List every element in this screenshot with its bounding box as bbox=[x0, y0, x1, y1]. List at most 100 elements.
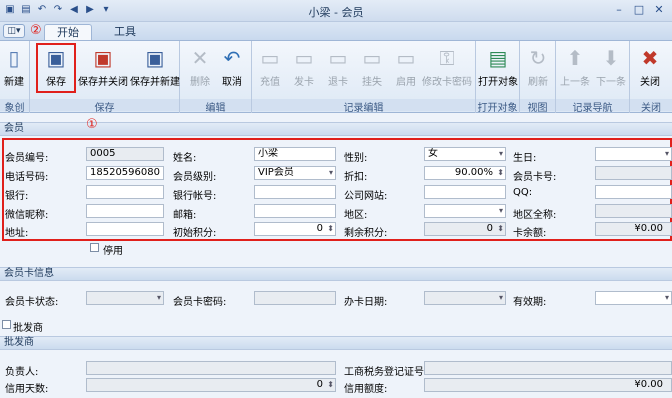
wholesaler-checkbox-label: 批发商 bbox=[13, 323, 43, 334]
wholesaler-checkbox[interactable] bbox=[2, 320, 11, 329]
delete-button[interactable]: ✕ 删除 bbox=[188, 45, 212, 88]
minimize-icon[interactable]: – bbox=[610, 2, 628, 18]
gender-select[interactable]: 女 bbox=[424, 147, 506, 161]
initial-points-field[interactable]: 0 bbox=[254, 222, 336, 236]
maximize-icon[interactable]: □ bbox=[630, 2, 648, 18]
key-icon: ⚿ bbox=[439, 46, 455, 70]
address-label: 地址: bbox=[5, 228, 29, 239]
card-status-label: 会员卡状态: bbox=[5, 297, 59, 308]
issue-date-picker[interactable] bbox=[424, 291, 506, 305]
qq-field[interactable] bbox=[595, 185, 672, 199]
birthday-picker[interactable] bbox=[595, 147, 672, 161]
remaining-points-field[interactable]: 0 bbox=[424, 222, 506, 236]
card-balance-label: 卡余额: bbox=[513, 228, 547, 239]
close-icon[interactable]: ✕ bbox=[650, 2, 668, 18]
open-object-icon: ▤ bbox=[488, 46, 508, 70]
prev-record-button[interactable]: ⬆ 上一条 bbox=[560, 45, 590, 88]
card-number-label: 会员卡号: bbox=[513, 172, 557, 183]
window-title: 小梁 - 会员 bbox=[308, 6, 364, 19]
new-button[interactable]: ▯ 新建 bbox=[2, 45, 26, 88]
tab-tools[interactable]: 工具 bbox=[102, 24, 148, 40]
wechat-field[interactable] bbox=[86, 204, 164, 218]
next-record-label: 下一条 bbox=[596, 77, 626, 88]
report-loss-label: 挂失 bbox=[362, 77, 382, 88]
topup-button[interactable]: ▭ 充值 bbox=[258, 45, 282, 88]
group-record-edit-label: 记录编辑 bbox=[252, 99, 475, 114]
card-status-select[interactable] bbox=[86, 291, 164, 305]
group-edit: ✕ 删除 ↶ 取消 编辑 bbox=[180, 41, 252, 114]
issue-card-label: 发卡 bbox=[294, 77, 314, 88]
app-menu-button[interactable]: ◫▾ bbox=[3, 24, 25, 38]
region-full-label: 地区全称: bbox=[513, 210, 557, 221]
group-open-object-label: 打开对象 bbox=[476, 99, 519, 114]
undo-arrow-icon: ↶ bbox=[223, 46, 241, 70]
initial-points-label: 初始积分: bbox=[173, 228, 217, 239]
next-record-button[interactable]: ⬇ 下一条 bbox=[596, 45, 626, 88]
region-label: 地区: bbox=[344, 210, 368, 221]
disabled-checkbox[interactable] bbox=[90, 243, 99, 252]
arrow-up-icon: ⬆ bbox=[566, 46, 584, 70]
group-close-label: 关闭 bbox=[630, 99, 672, 114]
tab-home[interactable]: 开始 bbox=[44, 24, 92, 40]
group-view-label: 视图 bbox=[520, 99, 555, 114]
region-full-field[interactable] bbox=[595, 204, 672, 218]
region-select[interactable] bbox=[424, 204, 506, 218]
enable-button[interactable]: ▭ 启用 bbox=[394, 45, 418, 88]
ribbon-tabs: ◫▾ 开始 工具 bbox=[0, 22, 672, 40]
return-card-icon: ▭ bbox=[328, 46, 348, 70]
change-password-button[interactable]: ⚿ 修改卡密码 bbox=[422, 45, 472, 88]
card-password-field[interactable] bbox=[254, 291, 336, 305]
new-label: 新建 bbox=[4, 77, 24, 88]
save-new-button[interactable]: ▣ 保存并新建 bbox=[130, 45, 180, 88]
birthday-label: 生日: bbox=[513, 153, 537, 164]
expiry-picker[interactable] bbox=[595, 291, 672, 305]
member-section-header: 会员 bbox=[0, 122, 672, 136]
report-loss-button[interactable]: ▭ 挂失 bbox=[360, 45, 384, 88]
group-close: ✖ 关闭 关闭 bbox=[630, 41, 672, 114]
group-create: ▯ 新建 象创建 bbox=[0, 41, 30, 129]
group-create-label: 象创建 bbox=[0, 99, 29, 129]
card-password-label: 会员卡密码: bbox=[173, 297, 227, 308]
website-field[interactable] bbox=[424, 185, 506, 199]
return-card-button[interactable]: ▭ 退卡 bbox=[326, 45, 350, 88]
close-form-button[interactable]: ✖ 关闭 bbox=[638, 45, 662, 88]
phone-field[interactable]: 18520596080 bbox=[86, 166, 164, 180]
member-id-label: 会员编号: bbox=[5, 153, 49, 164]
open-object-button[interactable]: ▤ 打开对象 bbox=[478, 45, 518, 88]
refresh-button[interactable]: ↻ 刷新 bbox=[526, 45, 550, 88]
topup-icon: ▭ bbox=[260, 46, 280, 70]
website-label: 公司网站: bbox=[344, 191, 388, 202]
issue-card-button[interactable]: ▭ 发卡 bbox=[292, 45, 316, 88]
address-field[interactable] bbox=[86, 222, 164, 236]
return-card-label: 退卡 bbox=[328, 77, 348, 88]
card-balance-field[interactable]: ¥0.00 bbox=[595, 222, 672, 236]
cancel-button[interactable]: ↶ 取消 bbox=[220, 45, 244, 88]
group-record-edit: ▭ 充值 ▭ 发卡 ▭ 退卡 ▭ 挂失 ▭ 启用 ⚿ 修改卡密码 记录编辑 bbox=[252, 41, 476, 114]
arrow-down-icon: ⬇ bbox=[602, 46, 620, 70]
manager-field[interactable] bbox=[86, 361, 336, 375]
group-edit-label: 编辑 bbox=[180, 99, 251, 114]
email-field[interactable] bbox=[254, 204, 336, 218]
member-id-field[interactable]: 0005 bbox=[86, 147, 164, 161]
credit-limit-field[interactable]: ¥0.00 bbox=[424, 378, 672, 392]
tax-id-field[interactable] bbox=[424, 361, 672, 375]
refresh-icon: ↻ bbox=[529, 46, 547, 70]
member-level-select[interactable]: VIP会员 bbox=[254, 166, 336, 180]
member-form: 会员 ① 会员编号: 0005 姓名: 小梁 性别: 女 生日: 电话号码: 1… bbox=[0, 113, 672, 398]
wholesaler-section-header: 批发商 bbox=[0, 336, 672, 350]
issue-date-label: 办卡日期: bbox=[344, 297, 388, 308]
bank-field[interactable] bbox=[86, 185, 164, 199]
name-field[interactable]: 小梁 bbox=[254, 147, 336, 161]
open-object-label: 打开对象 bbox=[478, 77, 518, 88]
refresh-label: 刷新 bbox=[528, 77, 548, 88]
phone-label: 电话号码: bbox=[5, 172, 49, 183]
credit-days-field[interactable]: 0 bbox=[86, 378, 336, 392]
bank-account-field[interactable] bbox=[254, 185, 336, 199]
discount-field[interactable]: 90.00% bbox=[424, 166, 506, 180]
save-close-button[interactable]: ▣ 保存并关闭 bbox=[78, 45, 128, 88]
prev-record-label: 上一条 bbox=[560, 77, 590, 88]
annotation-two: ② bbox=[30, 23, 42, 38]
save-close-icon: ▣ bbox=[93, 46, 113, 70]
expiry-label: 有效期: bbox=[513, 297, 547, 308]
card-number-field[interactable] bbox=[595, 166, 672, 180]
